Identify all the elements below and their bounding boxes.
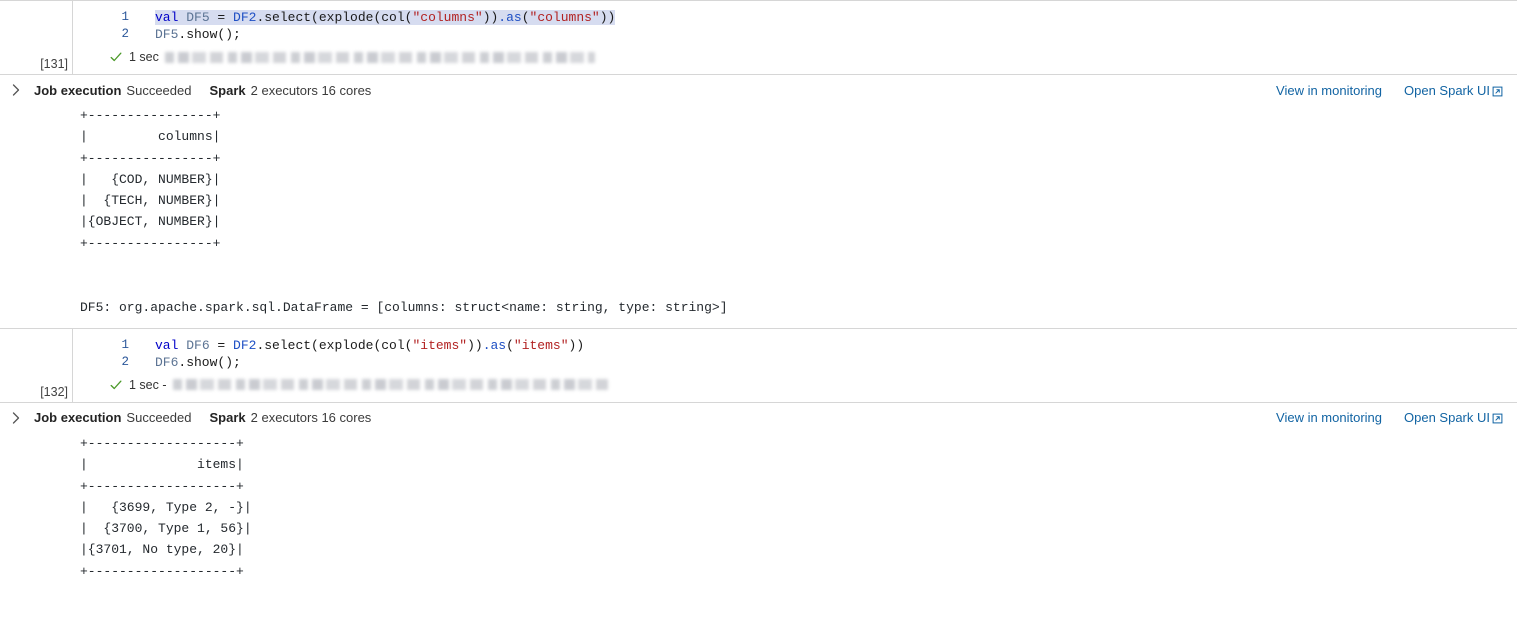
notebook-cell: [131] 1 val DF5 = DF2.select(explode(col…	[0, 0, 1517, 318]
notebook-cell: [132] 1 val DF6 = DF2.select(explode(col…	[0, 327, 1517, 582]
job-links: View in monitoring Open Spark UI	[1276, 75, 1503, 105]
cell-duration: 1 sec -	[129, 377, 167, 392]
view-in-monitoring-link[interactable]: View in monitoring	[1276, 83, 1382, 98]
cell-output: +-------------------+ | items| +--------…	[0, 433, 1517, 582]
cell-duration: 1 sec	[129, 50, 159, 64]
cell-status-strip: 1 sec -	[73, 373, 1517, 402]
output-text: +-------------------+ | items| +--------…	[80, 435, 252, 579]
code-line[interactable]: 2 DF6.show();	[73, 354, 1517, 371]
success-check-icon	[109, 378, 123, 392]
cell-shell: [131] 1 val DF5 = DF2.select(explode(col…	[0, 0, 1517, 75]
view-in-monitoring-label: View in monitoring	[1276, 410, 1382, 426]
engine-label: Spark	[209, 82, 246, 98]
job-execution-row[interactable]: Job execution Succeeded Spark 2 executor…	[0, 403, 1517, 433]
job-links: View in monitoring Open Spark UI	[1276, 403, 1503, 433]
cell-inner[interactable]: 1 val DF5 = DF2.select(explode(col("colu…	[72, 1, 1517, 74]
code-editor[interactable]: 1 val DF6 = DF2.select(explode(col("item…	[73, 329, 1517, 373]
cell-spacer	[0, 318, 1517, 328]
chevron-right-icon[interactable]	[8, 410, 24, 426]
cell-status-strip: 1 sec	[73, 45, 1517, 74]
cell-output: +----------------+ | columns| +---------…	[0, 105, 1517, 318]
line-number: 1	[121, 337, 129, 352]
external-link-icon	[1492, 412, 1503, 424]
line-content[interactable]: DF6.show();	[129, 354, 241, 371]
job-execution-label: Job execution	[34, 410, 122, 426]
job-execution-status: Succeeded	[126, 82, 192, 98]
open-spark-ui-label: Open Spark UI	[1404, 82, 1490, 98]
execution-count: [132]	[40, 384, 68, 399]
external-link-icon	[1492, 85, 1503, 96]
cell-inner[interactable]: 1 val DF6 = DF2.select(explode(col("item…	[72, 328, 1517, 402]
engine-label: Spark	[209, 410, 246, 426]
line-number: 2	[121, 354, 129, 369]
redacted-status-text	[172, 379, 608, 391]
job-execution-status: Succeeded	[126, 410, 192, 426]
line-content[interactable]: DF5.show();	[129, 26, 241, 43]
line-content[interactable]: val DF5 = DF2.select(explode(col("column…	[129, 9, 616, 26]
engine-details: 2 executors 16 cores	[250, 82, 372, 98]
line-number: 2	[121, 27, 129, 41]
job-execution-label: Job execution	[34, 82, 122, 98]
open-spark-ui-link[interactable]: Open Spark UI	[1404, 410, 1503, 425]
open-spark-ui-label: Open Spark UI	[1404, 410, 1490, 426]
code-line[interactable]: 2 DF5.show();	[73, 26, 1517, 43]
engine-details: 2 executors 16 cores	[250, 410, 372, 426]
view-in-monitoring-label: View in monitoring	[1276, 82, 1382, 98]
chevron-right-icon[interactable]	[8, 82, 24, 98]
output-text: +----------------+ | columns| +---------…	[80, 108, 728, 315]
job-execution-row[interactable]: Job execution Succeeded Spark 2 executor…	[0, 75, 1517, 105]
notebook-container: [131] 1 val DF5 = DF2.select(explode(col…	[0, 0, 1517, 582]
execution-count: [131]	[40, 57, 68, 71]
code-editor[interactable]: 1 val DF5 = DF2.select(explode(col("colu…	[73, 1, 1517, 45]
code-line[interactable]: 1 val DF5 = DF2.select(explode(col("colu…	[73, 9, 1517, 26]
open-spark-ui-link[interactable]: Open Spark UI	[1404, 83, 1503, 98]
line-content[interactable]: val DF6 = DF2.select(explode(col("items"…	[129, 337, 584, 354]
success-check-icon	[109, 50, 123, 64]
line-number: 1	[121, 10, 129, 24]
view-in-monitoring-link[interactable]: View in monitoring	[1276, 410, 1382, 425]
redacted-status-text	[164, 51, 595, 63]
cell-shell: [132] 1 val DF6 = DF2.select(explode(col…	[0, 327, 1517, 403]
code-line[interactable]: 1 val DF6 = DF2.select(explode(col("item…	[73, 337, 1517, 354]
